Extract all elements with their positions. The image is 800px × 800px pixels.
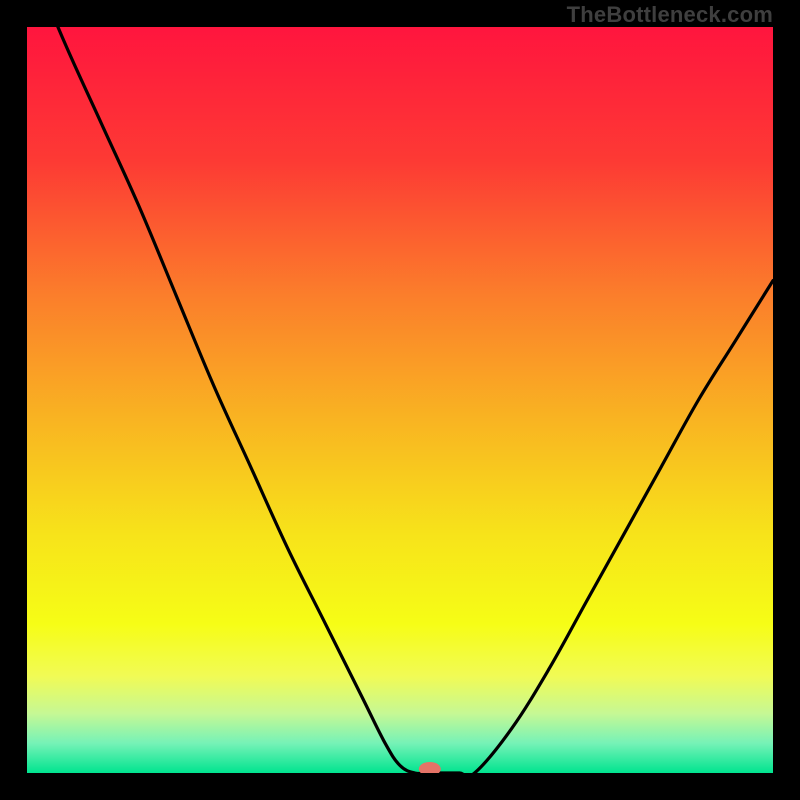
- chart-frame: TheBottleneck.com: [0, 0, 800, 800]
- optimal-marker: [419, 762, 441, 773]
- bottleneck-curve: [27, 27, 773, 773]
- plot-area: [27, 27, 773, 773]
- watermark-text: TheBottleneck.com: [567, 2, 773, 28]
